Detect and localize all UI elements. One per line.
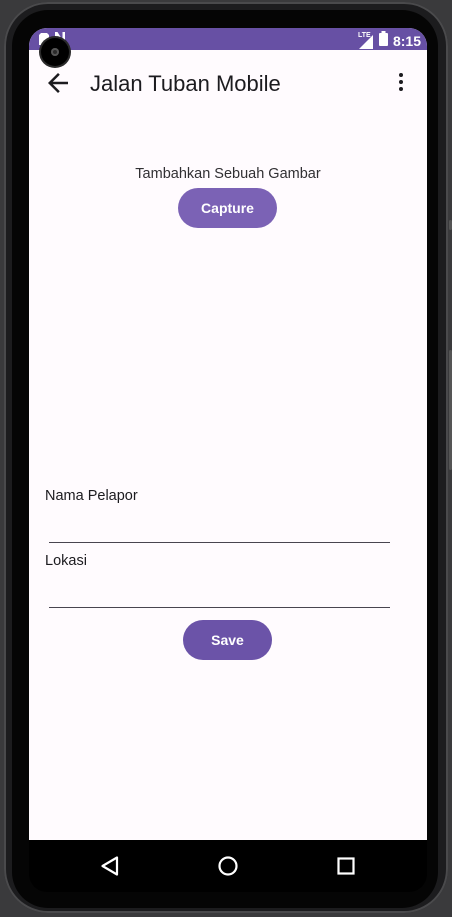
system-nav-bar	[29, 840, 427, 892]
back-button[interactable]	[43, 68, 73, 98]
signal-icon: LTE	[358, 32, 374, 49]
home-circle-icon	[218, 856, 238, 876]
status-time: 8:15	[392, 33, 421, 49]
add-image-prompt: Tambahkan Sebuah Gambar	[135, 166, 321, 182]
reporter-name-label: Nama Pelapor	[45, 488, 138, 504]
arrow-back-icon	[48, 73, 68, 93]
front-camera	[41, 38, 69, 66]
nav-back-button[interactable]	[98, 854, 122, 878]
location-label: Lokasi	[45, 553, 87, 569]
reporter-name-input[interactable]	[49, 512, 390, 543]
overflow-menu-button[interactable]	[389, 70, 413, 94]
app-title: Jalan Tuban Mobile	[90, 71, 281, 96]
nav-home-button[interactable]	[216, 854, 240, 878]
nav-recents-button[interactable]	[334, 854, 358, 878]
status-bar: LTE 8:15	[29, 28, 427, 50]
save-button[interactable]: Save	[183, 620, 272, 660]
location-input[interactable]	[49, 577, 390, 608]
app-screen: LTE 8:15 Jalan Tuban Mobile Tambahkan Se…	[29, 28, 427, 840]
more-vert-icon	[399, 73, 403, 91]
status-right: LTE 8:15	[358, 31, 421, 51]
app-bar: Jalan Tuban Mobile	[29, 50, 427, 114]
back-triangle-icon	[101, 856, 119, 876]
recents-square-icon	[337, 857, 355, 875]
battery-icon	[378, 31, 388, 51]
capture-button[interactable]: Capture	[178, 188, 277, 228]
